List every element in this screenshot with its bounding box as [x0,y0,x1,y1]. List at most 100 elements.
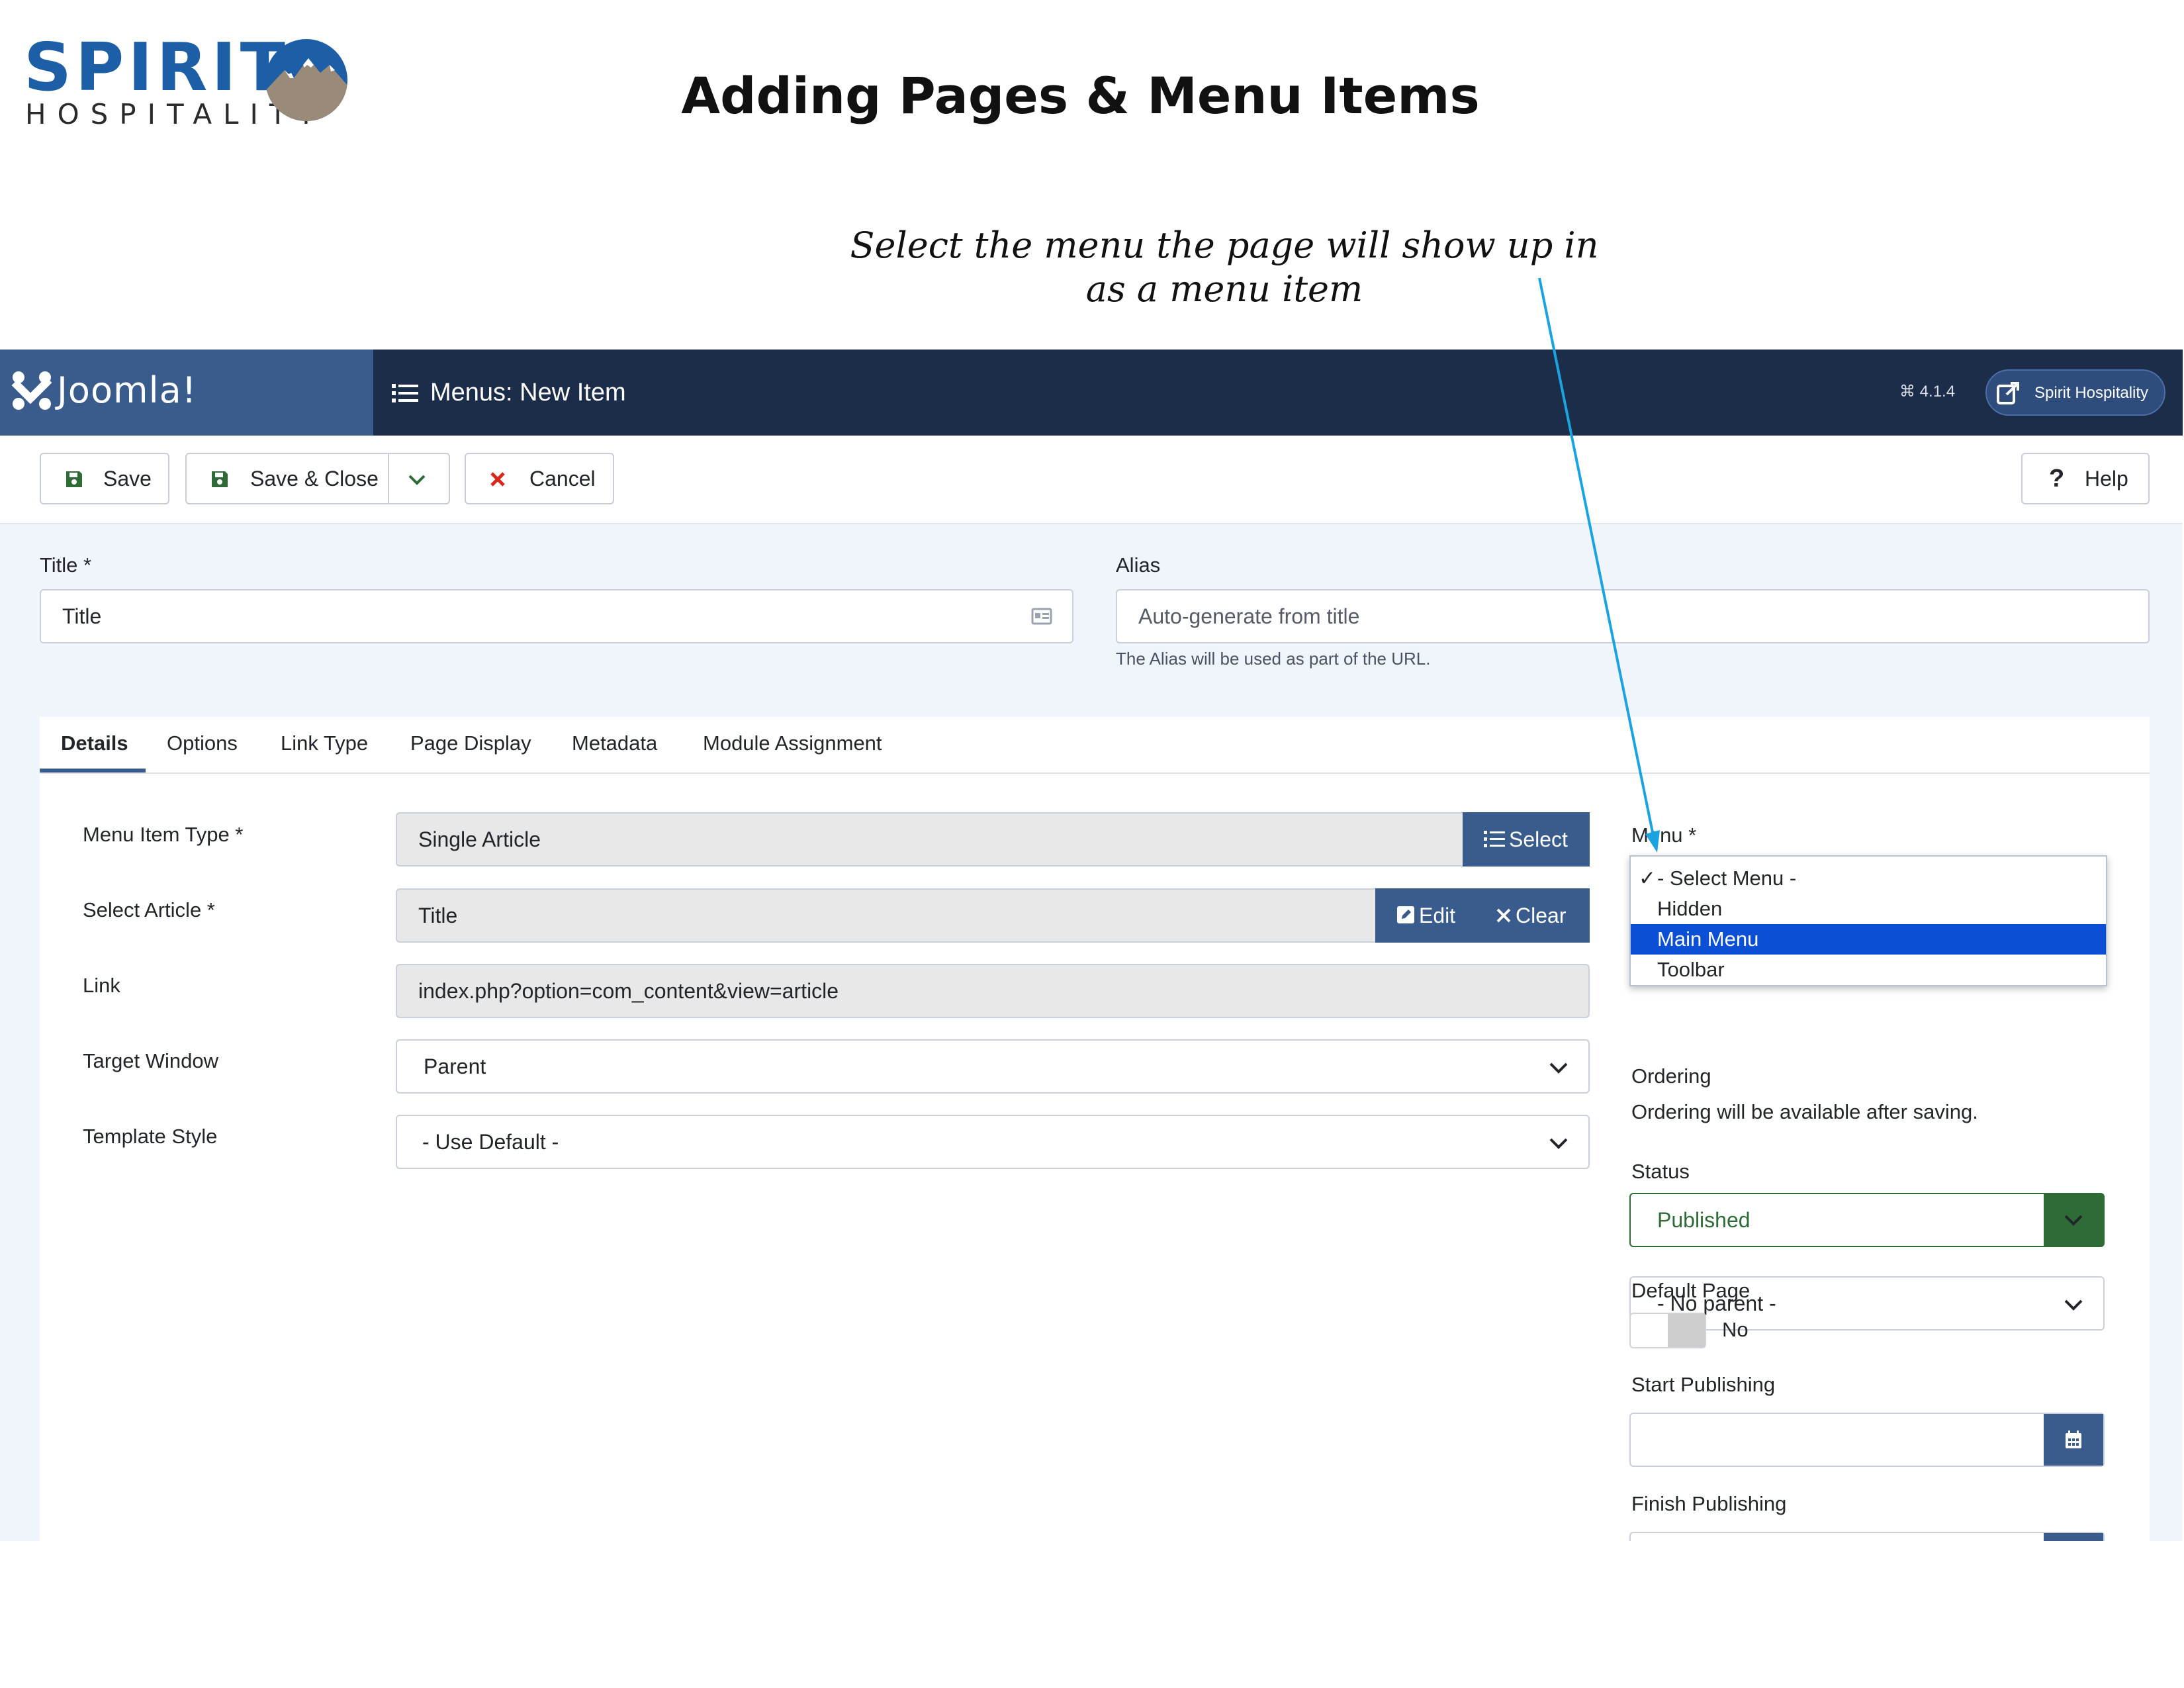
status-select[interactable]: Published [1629,1193,2105,1247]
calendar-button[interactable] [2044,1533,2103,1541]
ordering-label: Ordering [1631,1064,1711,1088]
menu-option-label: - Select Menu - [1657,867,1797,890]
target-window-label: Target Window [83,1049,219,1072]
title-field[interactable]: Title [40,589,1073,643]
menu-option-select-menu[interactable]: ✓ - Select Menu - [1631,863,2106,894]
tab-link-type[interactable]: Link Type [281,730,368,757]
version-number: 4.1.4 [1919,383,1956,400]
menu-item-type-value: Single Article [418,827,541,851]
calendar-icon [2066,1430,2081,1448]
default-page-toggle[interactable] [1629,1313,1706,1348]
joomla-small-icon: ⌘ [1899,383,1915,400]
link-label: Link [83,974,120,997]
toggle-knob [1668,1314,1705,1347]
split-divider [388,454,389,503]
tab-details[interactable]: Details [61,730,128,757]
cancel-button[interactable]: Cancel [465,453,614,504]
page-title: Menus: New Item [430,379,626,406]
link-value: index.php?option=com_content&view=articl… [418,979,839,1003]
template-style-label: Template Style [83,1125,218,1148]
address-card-icon [1031,608,1052,625]
template-style-select[interactable]: - Use Default - [396,1115,1590,1169]
joomla-wordmark: Joomla! [57,369,197,411]
menu-option-label: Toolbar [1657,958,1725,981]
menu-option-hidden[interactable]: Hidden [1631,894,2106,924]
edit-button[interactable]: Edit [1375,888,1475,943]
edit-label: Edit [1419,904,1456,927]
chevron-down-icon [1549,1138,1568,1149]
close-icon [490,472,505,487]
menu-option-label: Hidden [1657,897,1723,920]
save-close-button[interactable]: Save & Close [185,453,450,504]
select-label: Select [1509,827,1568,851]
tab-bar: Details Options Link Type Page Display M… [40,717,2150,774]
help-button[interactable]: ? Help [2021,453,2150,504]
chevron-down-icon [2064,1215,2083,1226]
menu-item-type-field: Single Article [396,812,1590,867]
status-value: Published [1657,1208,1751,1232]
start-publishing-field[interactable] [1629,1413,2105,1467]
menu-option-label: Main Menu [1657,927,1759,951]
tab-module-assignment[interactable]: Module Assignment [703,730,882,757]
finish-publishing-field[interactable] [1629,1532,2105,1541]
annotation-callout: Select the menu the page will show up in… [850,224,1599,310]
chevron-down-icon [2064,1299,2083,1311]
title-value: Title [62,604,102,628]
menu-dropdown-list[interactable]: ✓ - Select Menu - Hidden Main Menu Toolb… [1629,855,2107,986]
chevron-down-icon [1549,1062,1568,1074]
alias-label: Alias [1116,553,1161,577]
edit-icon [1397,906,1414,923]
target-window-value: Parent [424,1055,486,1078]
question-icon: ? [2049,465,2065,492]
alias-field[interactable]: Auto-generate from title [1116,589,2150,643]
tab-page-display[interactable]: Page Display [410,730,531,757]
save-icon [212,471,228,487]
calendar-button[interactable] [2044,1414,2103,1466]
site-link-button[interactable]: Spirit Hospitality [1985,369,2165,416]
save-button[interactable]: Save [40,453,169,504]
toolbar: Save Save & Close Cancel ? Help [0,436,2183,524]
close-icon [1496,908,1511,923]
select-article-label: Select Article * [83,898,215,921]
menu-label: Menu * [1631,823,1697,847]
help-label: Help [2085,467,2128,491]
site-link-label: Spirit Hospitality [2034,384,2149,402]
select-article-value: Title [418,904,458,927]
menu-option-toolbar[interactable]: Toolbar [1631,955,2106,985]
template-style-value: - Use Default - [422,1130,559,1154]
active-tab-indicator [40,769,146,773]
default-page-label: Default Page [1631,1279,1751,1302]
menu-item-type-label: Menu Item Type * [83,823,244,846]
start-publishing-label: Start Publishing [1631,1373,1776,1396]
menu-option-main-menu[interactable]: Main Menu [1631,924,2106,955]
target-window-select[interactable]: Parent [396,1039,1590,1094]
save-close-label: Save & Close [250,467,379,491]
select-type-button[interactable]: Select [1463,812,1590,867]
clear-button[interactable]: Clear [1488,888,1590,943]
clear-label: Clear [1516,904,1567,927]
joomla-logo-icon [11,371,52,410]
link-field: index.php?option=com_content&view=articl… [396,964,1590,1018]
title-label: Title * [40,553,92,577]
document-title: Adding Pages & Menu Items [681,66,1480,125]
joomla-brand[interactable]: Joomla! [0,350,373,436]
ordering-text: Ordering will be available after saving. [1631,1100,1978,1123]
list-icon [392,384,418,402]
status-dropdown-toggle[interactable] [2044,1194,2103,1246]
chevron-down-icon[interactable] [408,474,426,486]
tab-metadata[interactable]: Metadata [572,730,657,757]
tab-options[interactable]: Options [167,730,238,757]
list-icon [1484,831,1505,847]
alias-help-text: The Alias will be used as part of the UR… [1116,649,1431,669]
save-label: Save [103,467,152,491]
top-bar: Joomla! Menus: New Item ⌘ 4.1.4 Spirit H… [0,350,2183,436]
cancel-label: Cancel [529,467,596,491]
article-action-buttons: Edit Clear [1375,888,1590,943]
status-label: Status [1631,1160,1690,1183]
external-link-icon [1997,382,2019,404]
version-badge: ⌘ 4.1.4 [1899,381,1955,402]
save-icon [66,471,82,487]
alias-placeholder: Auto-generate from title [1138,604,1360,628]
default-page-value: No [1722,1318,1749,1341]
checkmark-icon: ✓ [1639,867,1656,890]
